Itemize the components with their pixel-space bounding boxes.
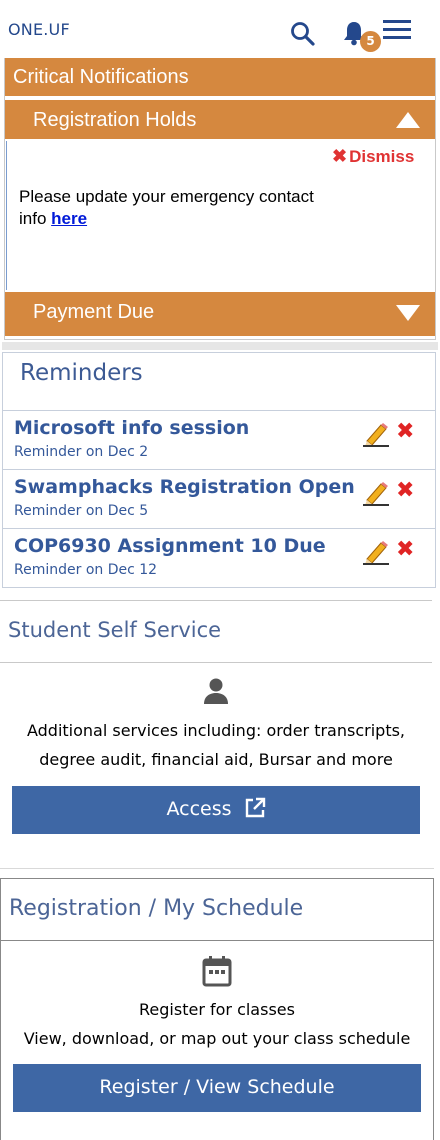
brand-logo[interactable]: ONE.UF xyxy=(8,20,70,39)
notification-count-badge: 5 xyxy=(360,31,381,52)
section-divider xyxy=(2,342,438,350)
registration-title: Registration / My Schedule xyxy=(9,896,304,921)
registration-holds-label: Registration Holds xyxy=(33,109,197,131)
critical-notifications-title: Critical Notifications xyxy=(5,58,435,96)
pencil-icon[interactable] xyxy=(361,421,391,447)
pencil-icon[interactable] xyxy=(361,539,391,565)
close-icon: ✖ xyxy=(332,146,348,166)
reminder-name: Swamphacks Registration Open xyxy=(14,476,355,498)
registration-holds-header[interactable]: Registration Holds xyxy=(5,98,435,139)
reminder-name: COP6930 Assignment 10 Due xyxy=(14,535,326,557)
reminder-name: Microsoft info session xyxy=(14,417,250,439)
close-icon[interactable]: ✖ xyxy=(396,539,414,561)
pencil-icon[interactable] xyxy=(361,480,391,506)
section-divider xyxy=(1,940,433,941)
section-divider xyxy=(0,600,432,601)
description-line: Register for classes xyxy=(139,1000,295,1019)
calendar-icon xyxy=(202,956,232,987)
reminder-item[interactable]: Swamphacks Registration Open Reminder on… xyxy=(3,469,435,527)
registration-description: Register for classes View, download, or … xyxy=(0,995,434,1053)
payment-due-header[interactable]: Payment Due xyxy=(5,290,435,336)
register-view-schedule-button[interactable]: Register / View Schedule xyxy=(13,1064,421,1112)
reminder-date: Reminder on Dec 12 xyxy=(14,562,158,578)
dismiss-button[interactable]: ✖ Dismiss xyxy=(332,146,414,167)
dismiss-label: Dismiss xyxy=(349,147,415,166)
update-contact-link[interactable]: here xyxy=(51,209,87,228)
search-icon[interactable] xyxy=(290,21,316,47)
person-icon xyxy=(204,678,228,704)
description-line: View, download, or map out your class sc… xyxy=(23,1029,411,1048)
access-button-label: Access xyxy=(166,798,232,820)
section-divider xyxy=(0,662,432,663)
close-icon[interactable]: ✖ xyxy=(396,480,414,502)
reminder-date: Reminder on Dec 2 xyxy=(14,444,149,460)
section-divider xyxy=(0,868,434,869)
registration-hold-message: Please update your emergency contact inf… xyxy=(19,186,319,230)
external-link-icon xyxy=(245,797,265,818)
description-line: Additional services including: order tra… xyxy=(26,721,406,740)
close-icon[interactable]: ✖ xyxy=(396,421,414,443)
menu-icon[interactable] xyxy=(383,19,411,41)
reminder-item[interactable]: COP6930 Assignment 10 Due Reminder on De… xyxy=(3,528,435,586)
access-button[interactable]: Access xyxy=(12,786,420,834)
reminders-title: Reminders xyxy=(20,360,143,386)
register-button-label: Register / View Schedule xyxy=(99,1076,335,1098)
reminder-item[interactable]: Microsoft info session Reminder on Dec 2… xyxy=(3,410,435,468)
caret-down-icon xyxy=(396,305,420,321)
payment-due-label: Payment Due xyxy=(33,301,155,323)
reminder-date: Reminder on Dec 5 xyxy=(14,503,149,519)
self-service-title: Student Self Service xyxy=(8,618,222,642)
self-service-description: Additional services including: order tra… xyxy=(0,716,432,774)
caret-up-icon xyxy=(396,112,420,128)
description-line: degree audit, financial aid, Bursar and … xyxy=(39,750,393,769)
